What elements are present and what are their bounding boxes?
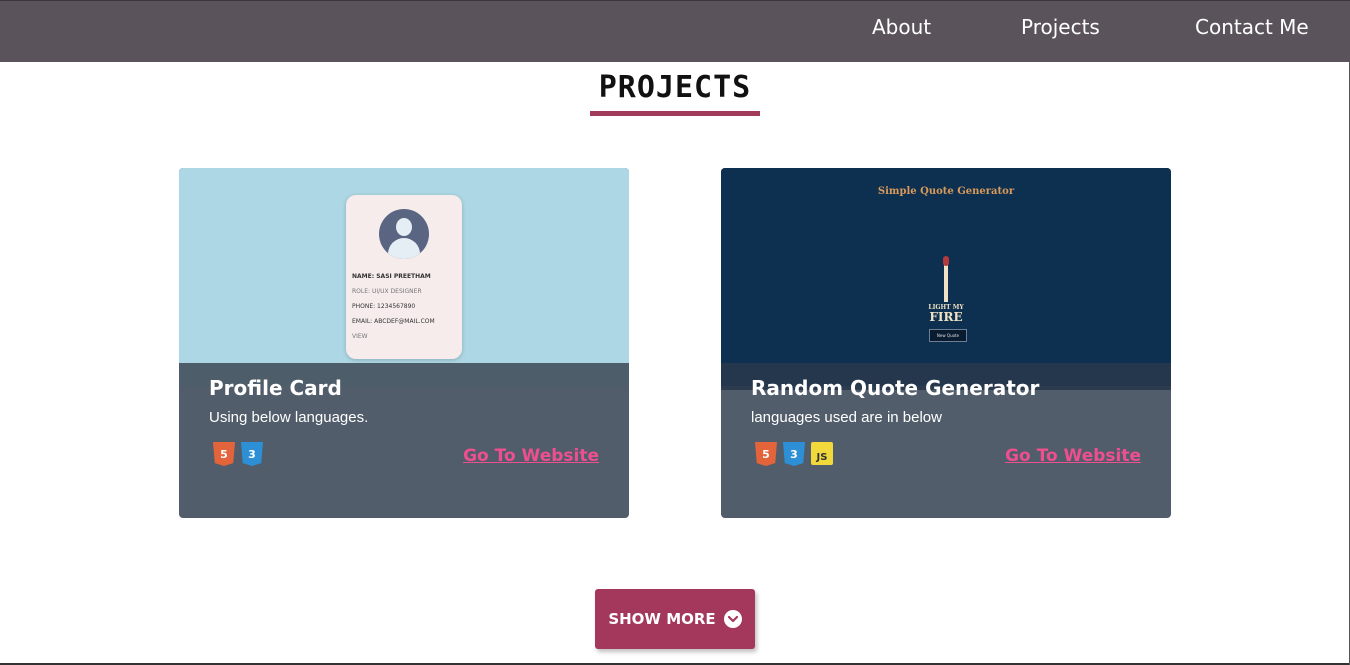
nav-link-projects[interactable]: Projects xyxy=(1021,15,1100,39)
profile-card-mockup: NAME: SASI PREETHAM ROLE: UI/UX DESIGNER… xyxy=(346,195,462,359)
project-card-profile-card: NAME: SASI PREETHAM ROLE: UI/UX DESIGNER… xyxy=(179,168,629,518)
project-preview-image: NAME: SASI PREETHAM ROLE: UI/UX DESIGNER… xyxy=(179,168,629,386)
match-head-icon xyxy=(943,256,949,266)
avatar-icon xyxy=(379,209,429,259)
mockup-new-quote-button: New Quote xyxy=(929,329,967,342)
project-description: languages used are in below xyxy=(751,409,942,426)
mockup-view: VIEW xyxy=(352,333,368,340)
css3-icon: 3 xyxy=(783,442,805,466)
javascript-icon: JS xyxy=(811,442,833,465)
html5-icon: 5 xyxy=(755,442,777,466)
mockup-name: NAME: SASI PREETHAM xyxy=(352,273,431,280)
nav-link-contact[interactable]: Contact Me xyxy=(1195,15,1309,39)
language-icons: 5 3 JS xyxy=(755,442,833,466)
css3-icon: 3 xyxy=(241,442,263,466)
show-more-label: SHOW MORE xyxy=(608,610,716,628)
html5-icon: 5 xyxy=(213,442,235,466)
nav-link-about[interactable]: About xyxy=(872,15,931,39)
project-description: Using below languages. xyxy=(209,409,369,426)
mockup-role: ROLE: UI/UX DESIGNER xyxy=(352,288,422,295)
project-card-random-quote-generator: Simple Quote Generator LIGHT MY FIRE New… xyxy=(721,168,1171,518)
mockup-title: Simple Quote Generator xyxy=(877,186,1015,197)
language-icons: 5 3 xyxy=(213,442,263,466)
section-title: PROJECTS xyxy=(598,70,752,105)
mockup-email: EMAIL: ABCDEF@MAIL.COM xyxy=(352,318,435,325)
project-title: Profile Card xyxy=(209,376,342,400)
mockup-quote-big: FIRE xyxy=(929,310,963,324)
top-navigation-bar: About Projects Contact Me xyxy=(0,0,1350,62)
go-to-website-link[interactable]: Go To Website xyxy=(1005,446,1141,466)
mockup-phone: PHONE: 1234567890 xyxy=(352,303,416,310)
project-title: Random Quote Generator xyxy=(751,376,1040,400)
project-preview-image: Simple Quote Generator LIGHT MY FIRE New… xyxy=(721,168,1171,386)
go-to-website-link[interactable]: Go To Website xyxy=(463,446,599,466)
show-more-button[interactable]: SHOW MORE xyxy=(595,589,755,649)
title-underline xyxy=(590,111,760,116)
chevron-down-icon xyxy=(723,610,742,628)
